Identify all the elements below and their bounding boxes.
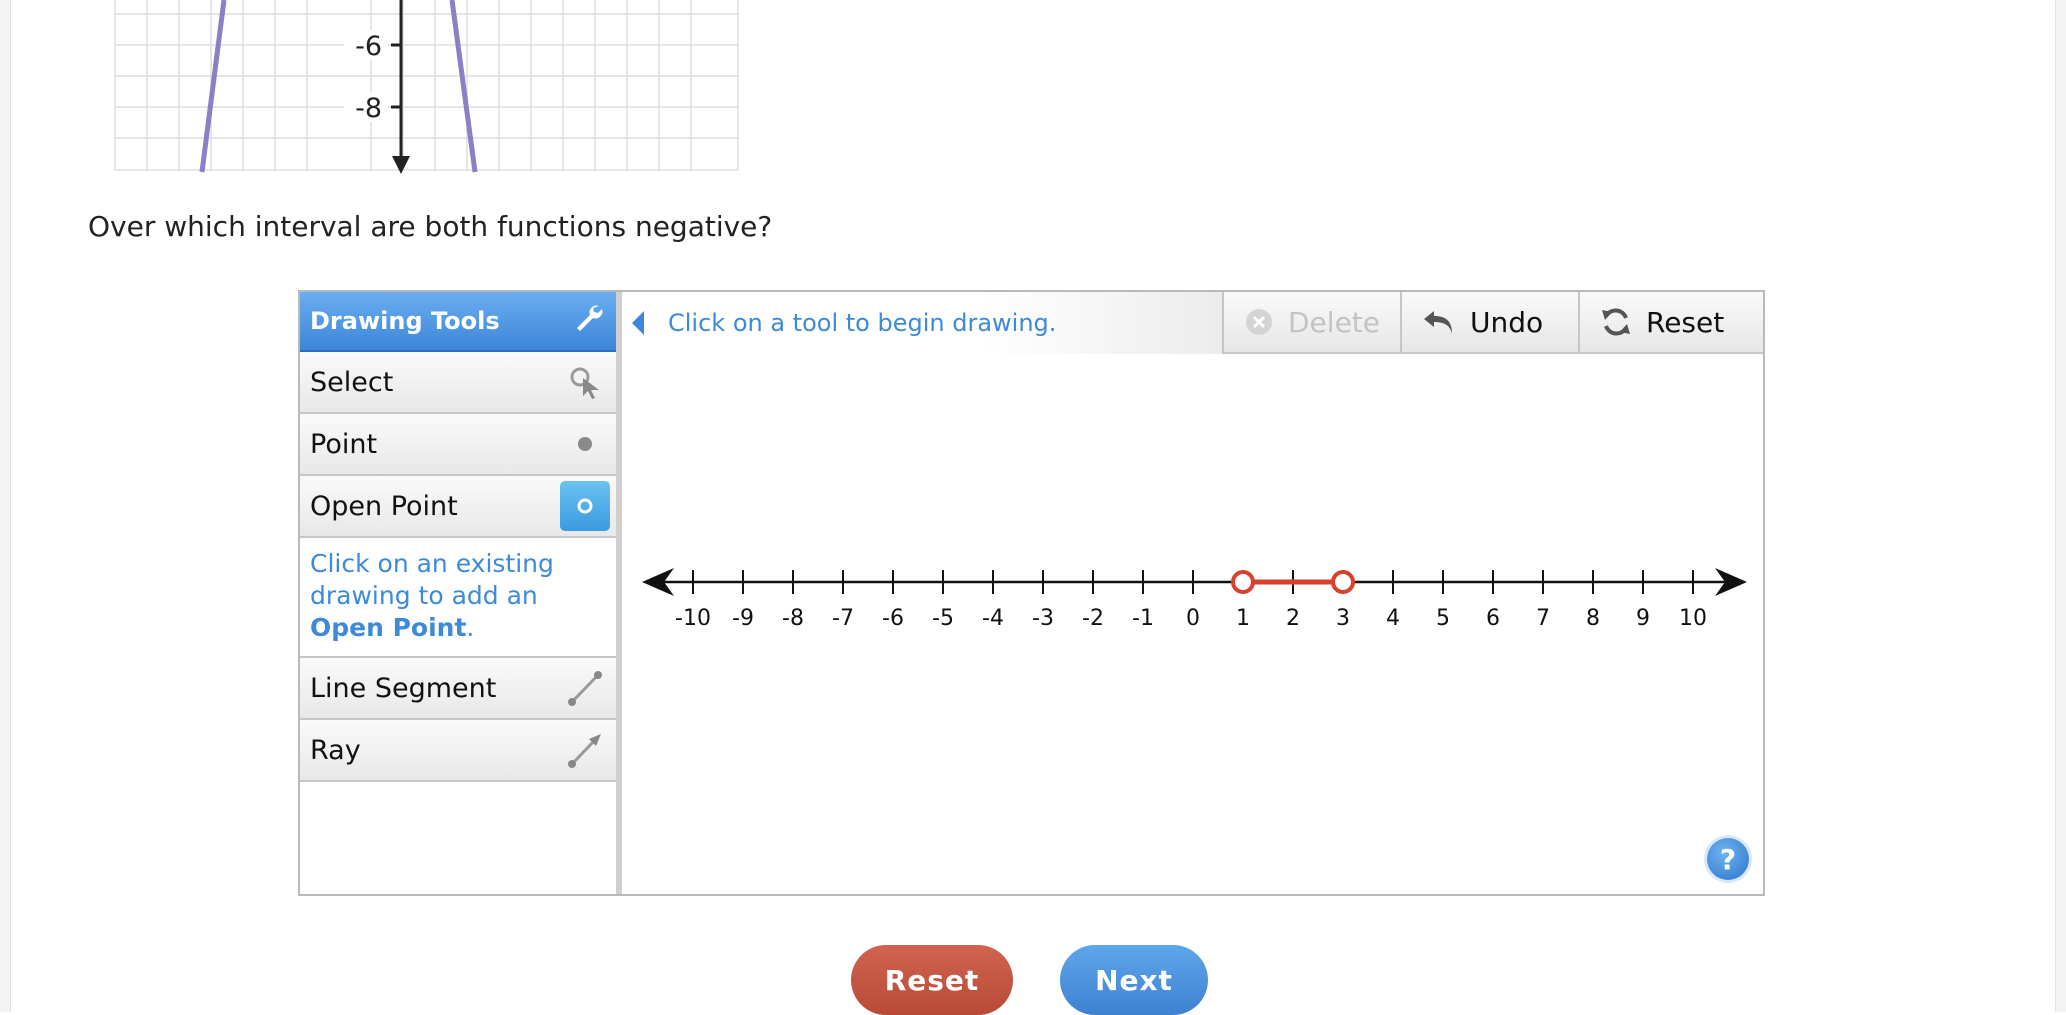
- tick-label: -5: [932, 606, 954, 631]
- tool-label: Ray: [310, 734, 361, 766]
- drawing-tools-title: Drawing Tools: [310, 307, 500, 335]
- drawing-canvas[interactable]: -10 -9 -8 -7 -6 -5 -4 -3 -2 -1 0 1 2 3 4 5 6 7 8 9 10 ?: [622, 354, 1763, 894]
- tick-label: -7: [832, 606, 854, 631]
- tool-label: Select: [310, 366, 394, 398]
- tool-point[interactable]: Point: [300, 414, 616, 476]
- tool-label: Point: [310, 428, 378, 460]
- tool-help-suffix: .: [466, 613, 475, 642]
- point-icon: [560, 419, 610, 469]
- graph-tick-label: -8: [355, 93, 382, 124]
- undo-button[interactable]: Undo: [1400, 292, 1578, 354]
- delete-button[interactable]: Delete: [1222, 292, 1400, 354]
- tool-label: Open Point: [310, 490, 458, 522]
- help-button[interactable]: ?: [1707, 838, 1749, 880]
- tick-label: -9: [732, 606, 754, 631]
- tick-label: 10: [1679, 606, 1707, 631]
- undo-icon: [1424, 311, 1452, 334]
- widget-toolbar: Click on a tool to begin drawing. Delete…: [622, 292, 1763, 354]
- tick-label: 7: [1536, 606, 1550, 631]
- status-message-text: Click on a tool to begin drawing.: [668, 309, 1057, 337]
- tick-label: -6: [882, 606, 904, 631]
- question-text: Over which interval are both functions n…: [88, 210, 773, 243]
- collapse-caret-icon[interactable]: [632, 311, 644, 335]
- graph-tick-label: -6: [355, 31, 382, 62]
- tool-select[interactable]: Select: [300, 352, 616, 414]
- status-message: Click on a tool to begin drawing.: [622, 292, 1222, 354]
- tick-label: -4: [982, 606, 1004, 631]
- open-point-icon: [560, 481, 610, 531]
- tool-open-point[interactable]: Open Point: [300, 476, 616, 538]
- tick-label: 2: [1286, 606, 1300, 631]
- next-button[interactable]: Next: [1060, 945, 1208, 1015]
- drawing-tools-header[interactable]: Drawing Tools: [300, 292, 616, 352]
- number-line[interactable]: -10 -9 -8 -7 -6 -5 -4 -3 -2 -1 0 1 2 3 4 5 6 7 8 9 10: [622, 354, 1763, 894]
- tick-label: -2: [1082, 606, 1104, 631]
- tick-label: 9: [1636, 606, 1650, 631]
- tick-label: 8: [1586, 606, 1600, 631]
- refresh-icon: [1602, 308, 1630, 336]
- tool-line-segment[interactable]: Line Segment: [300, 658, 616, 720]
- tick-label: 5: [1436, 606, 1450, 631]
- tick-label: 3: [1336, 606, 1350, 631]
- function-graph: -6 -8: [114, 0, 739, 174]
- line-segment-icon: [560, 663, 610, 713]
- tool-label: Line Segment: [310, 672, 497, 704]
- tick-label: -3: [1032, 606, 1054, 631]
- tool-help-prefix: Click on an existing drawing to add an: [310, 549, 554, 610]
- tick-label: 0: [1186, 606, 1200, 631]
- drawing-widget: Drawing Tools Select Point Open Point Cl…: [298, 290, 1765, 896]
- open-point-start: [1231, 570, 1255, 594]
- open-point-end: [1331, 570, 1355, 594]
- tool-help-text: Click on an existing drawing to add an O…: [300, 538, 616, 658]
- page-right-edge: [2055, 0, 2066, 1012]
- reset-tool-button[interactable]: Reset: [1578, 292, 1763, 354]
- tick-label: 4: [1386, 606, 1400, 631]
- tool-ray[interactable]: Ray: [300, 720, 616, 782]
- tick-label: -1: [1132, 606, 1154, 631]
- tool-help-bold: Open Point: [310, 613, 467, 642]
- undo-label: Undo: [1470, 305, 1544, 339]
- delete-icon: [1246, 309, 1272, 335]
- wrench-icon: [574, 303, 604, 339]
- tick-label: 6: [1486, 606, 1500, 631]
- delete-label: Delete: [1288, 305, 1380, 339]
- drawing-tools-panel: Drawing Tools Select Point Open Point Cl…: [300, 292, 622, 894]
- tick-label: 1: [1236, 606, 1250, 631]
- page-left-edge: [0, 0, 11, 1012]
- select-arrow-icon: [560, 357, 610, 407]
- reset-tool-label: Reset: [1646, 305, 1725, 339]
- ray-icon: [560, 725, 610, 775]
- reset-button[interactable]: Reset: [851, 945, 1013, 1015]
- tick-label: -10: [675, 606, 711, 631]
- tick-label: -8: [782, 606, 804, 631]
